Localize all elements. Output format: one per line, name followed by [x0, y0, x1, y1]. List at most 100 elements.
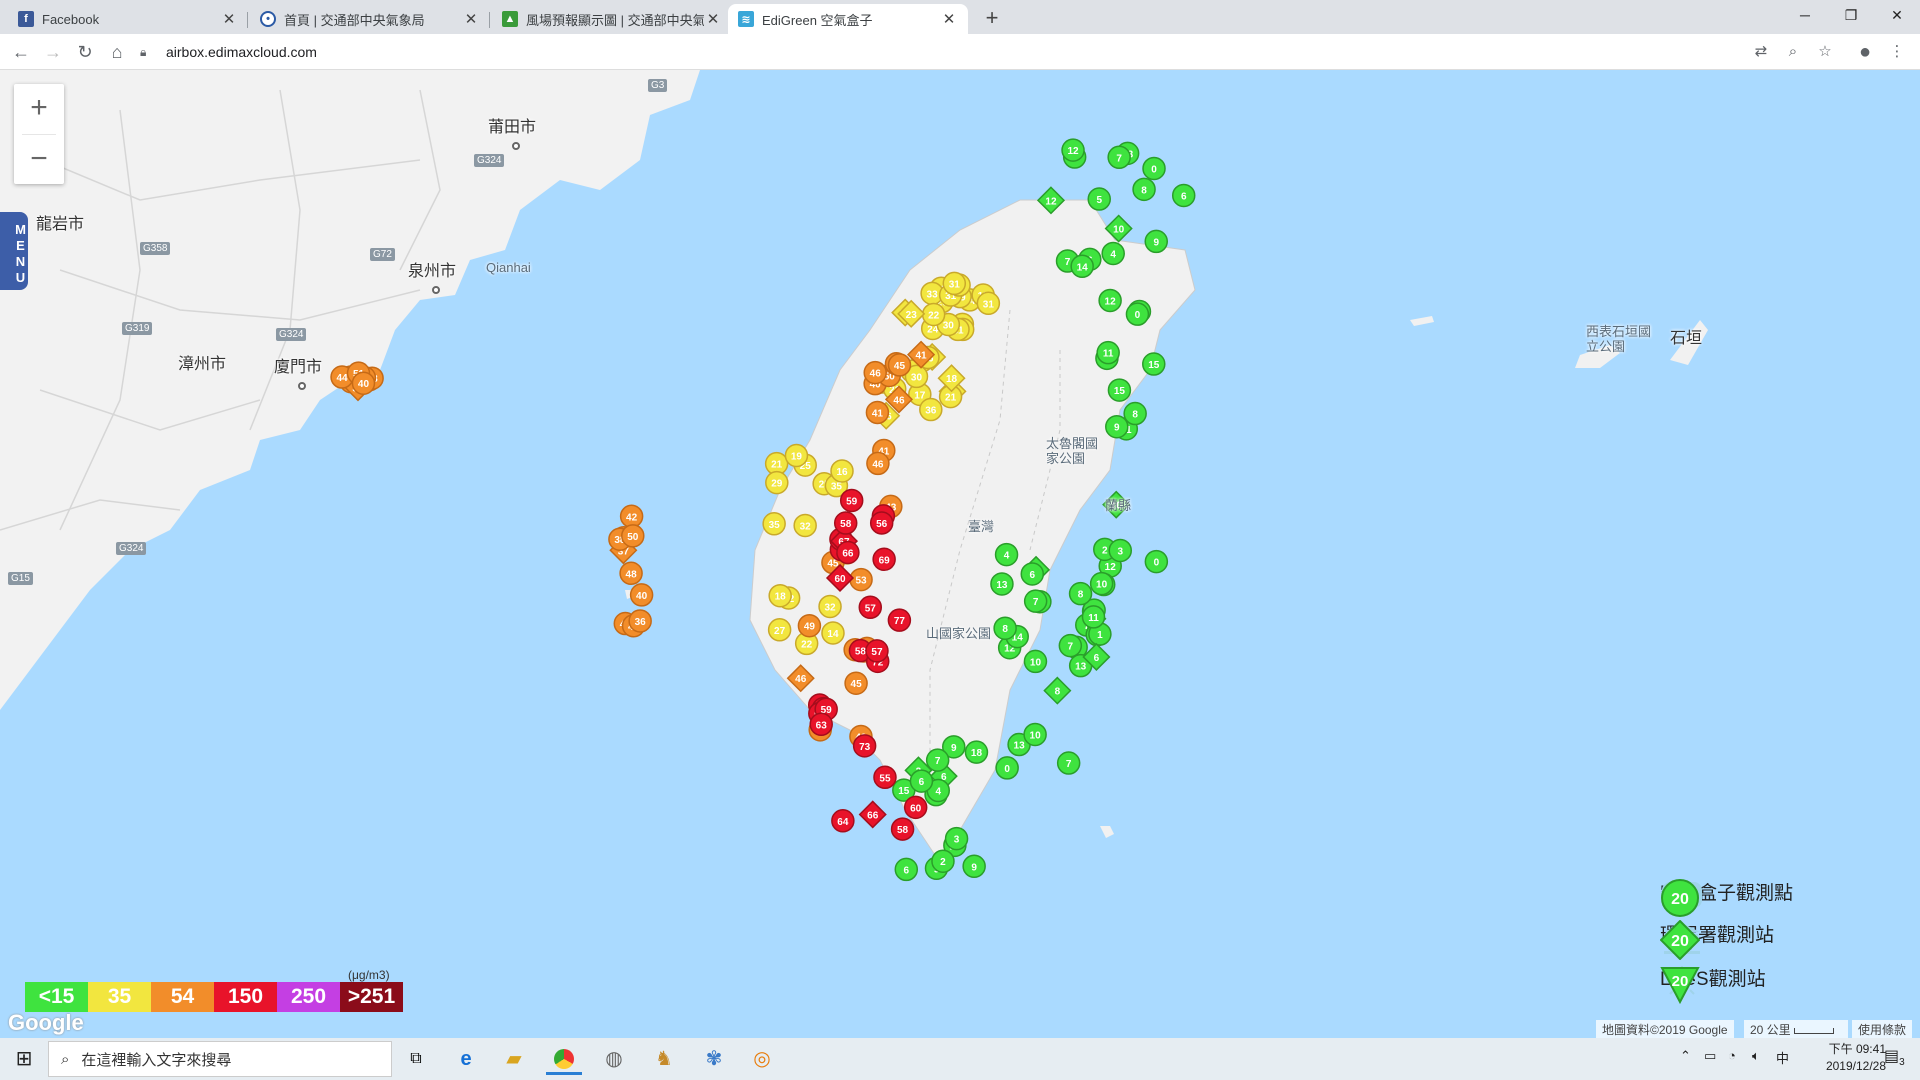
sensor-marker[interactable]: 2 — [931, 849, 955, 873]
home-button[interactable]: ⌂ — [104, 39, 130, 65]
sensor-marker[interactable]: 15 — [1142, 352, 1166, 376]
terms-link[interactable]: 使用條款 — [1852, 1020, 1913, 1038]
sensor-marker[interactable]: 9 — [962, 854, 986, 879]
sensor-marker[interactable]: 7 — [1107, 145, 1131, 170]
sensor-marker[interactable]: 11 — [1096, 340, 1120, 365]
sensor-marker[interactable]: 12 — [1036, 186, 1066, 215]
sensor-marker[interactable]: 35 — [762, 512, 786, 536]
close-icon[interactable]: ✕ — [462, 10, 480, 28]
app-bird-icon[interactable]: ♞ — [646, 1043, 682, 1075]
sensor-marker[interactable]: 0 — [1144, 549, 1169, 574]
sensor-marker[interactable]: 73 — [852, 734, 877, 758]
sensor-marker[interactable]: 57 — [858, 595, 883, 620]
tab-facebook[interactable]: f Facebook ✕ — [8, 4, 248, 34]
sensor-marker[interactable]: 45 — [887, 353, 912, 377]
sensor-marker[interactable]: 6 — [1171, 183, 1196, 208]
sensor-marker[interactable]: 3 — [1108, 538, 1133, 563]
reload-button[interactable]: ↻ — [72, 39, 98, 65]
sensor-marker[interactable]: 7 — [1056, 751, 1081, 775]
sensor-marker[interactable]: 8 — [993, 616, 1017, 640]
sensor-marker[interactable]: 42 — [619, 504, 644, 529]
sensor-marker[interactable]: 8 — [1068, 581, 1093, 606]
forward-button[interactable]: → — [40, 39, 66, 65]
sensor-marker[interactable]: 4 — [1101, 241, 1125, 266]
sensor-marker[interactable]: 55 — [873, 765, 897, 790]
sensor-marker[interactable]: 27 — [767, 618, 792, 642]
tab-wind-forecast[interactable]: ▲ 風場預報顯示圖 | 交通部中央氣象 ✕ — [492, 4, 732, 34]
sensor-marker[interactable]: 16 — [830, 459, 854, 483]
sensor-marker[interactable]: 22 — [921, 302, 946, 327]
chrome-icon[interactable] — [546, 1043, 582, 1075]
google-logo[interactable]: Google — [8, 1010, 84, 1036]
map-scale-bar[interactable]: 20 公里 — [1744, 1020, 1848, 1038]
sensor-marker[interactable]: 59 — [839, 488, 864, 513]
sensor-marker[interactable]: 8 — [1123, 401, 1147, 426]
sensor-marker[interactable]: 57 — [865, 639, 889, 663]
system-clock[interactable]: 下午 09:41 2019/12/28 — [1790, 1041, 1886, 1075]
sensor-marker[interactable]: 3 — [944, 826, 969, 851]
edge-icon[interactable]: e — [448, 1043, 484, 1075]
sensor-marker[interactable]: 13 — [990, 572, 1014, 596]
sensor-marker[interactable]: 10 — [1089, 571, 1114, 596]
sensor-marker[interactable]: 19 — [784, 443, 809, 468]
sensor-marker[interactable]: 12 — [1098, 288, 1122, 313]
blender-icon[interactable]: ◎ — [744, 1043, 780, 1075]
sensor-marker[interactable]: 40 — [629, 583, 654, 607]
zoom-icon[interactable]: ⌕ — [1780, 39, 1806, 65]
sensor-marker[interactable]: 41 — [865, 400, 890, 425]
sensor-marker[interactable]: 46 — [786, 664, 815, 693]
windows-start-icon[interactable]: ⊞ — [6, 1043, 42, 1075]
sensor-marker[interactable]: 46 — [863, 360, 887, 385]
tab-edigreen[interactable]: ≋ EdiGreen 空氣盒子 ✕ — [728, 4, 968, 34]
task-view-icon[interactable]: ⧉ — [398, 1043, 434, 1075]
tab-cwb-home[interactable]: • 首頁 | 交通部中央氣象局 ✕ — [250, 4, 490, 34]
sensor-marker[interactable]: 64 — [831, 809, 855, 833]
sensor-marker[interactable]: 6 — [1020, 562, 1045, 586]
sensor-marker[interactable]: 8 — [1132, 177, 1156, 202]
address-bar[interactable]: 🔒︎ airbox.edimaxcloud.com — [140, 37, 1760, 67]
back-button[interactable]: ← — [8, 39, 34, 65]
sensor-marker[interactable]: 58 — [890, 817, 915, 841]
sensor-marker[interactable]: 32 — [793, 513, 817, 538]
sensor-marker[interactable]: 69 — [872, 547, 896, 572]
sensor-marker[interactable]: 77 — [887, 608, 912, 632]
sensor-marker[interactable]: 49 — [797, 613, 822, 638]
sensor-marker[interactable]: 63 — [809, 712, 833, 737]
sensor-marker[interactable]: 15 — [1107, 378, 1132, 402]
close-window-button[interactable]: ✕ — [1874, 0, 1920, 30]
sensor-marker[interactable]: 9 — [1105, 414, 1129, 439]
sensor-marker[interactable]: 7 — [1058, 633, 1083, 658]
sensor-marker[interactable]: 36 — [919, 397, 943, 422]
map-data-attribution[interactable]: 地圖資料©2019 Google — [1596, 1020, 1734, 1038]
sensor-marker[interactable]: 29 — [765, 470, 789, 495]
zoom-in-button[interactable]: + — [14, 84, 64, 134]
sensor-marker[interactable]: 10 — [1023, 649, 1048, 674]
app-compass-icon[interactable]: ◍ — [596, 1043, 632, 1075]
profile-icon[interactable]: ● — [1852, 39, 1878, 65]
sensor-marker[interactable]: 6 — [909, 769, 934, 793]
sensor-marker[interactable]: 9 — [1144, 229, 1168, 254]
close-icon[interactable]: ✕ — [220, 10, 238, 28]
sensor-marker[interactable]: 45 — [844, 671, 868, 695]
sensor-marker[interactable]: 10 — [1104, 214, 1133, 243]
sensor-marker[interactable]: 8 — [1043, 676, 1072, 705]
battery-icon[interactable]: ▭ — [1704, 1048, 1716, 1064]
sensor-marker[interactable]: 56 — [869, 511, 894, 535]
sensor-marker[interactable]: 18 — [768, 583, 792, 608]
app-network-icon[interactable]: ✾ — [696, 1043, 732, 1075]
sensor-marker[interactable]: 14 — [821, 621, 845, 645]
sensor-marker[interactable]: 60 — [903, 795, 928, 820]
sensor-marker[interactable]: 32 — [818, 594, 842, 619]
tray-overflow-icon[interactable]: ⌃ — [1680, 1048, 1691, 1064]
windows-search-box[interactable]: ⌕ 在這裡輸入文字來搜尋 — [48, 1041, 392, 1077]
ime-indicator[interactable]: 中 — [1776, 1048, 1789, 1067]
more-menu-icon[interactable]: ⋮ — [1884, 39, 1910, 65]
sensor-marker[interactable]: 18 — [964, 740, 989, 764]
map-canvas[interactable]: 1061064635989012187812766521378911121596… — [0, 70, 1920, 1038]
sensor-marker[interactable]: 40 — [351, 371, 376, 395]
close-icon[interactable]: ✕ — [704, 10, 722, 28]
volume-icon[interactable]: 🔈︎ — [1752, 1048, 1760, 1064]
sensor-marker[interactable]: 0 — [1142, 156, 1166, 181]
sensor-marker[interactable]: 31 — [976, 291, 1001, 316]
sensor-marker[interactable]: 0 — [1125, 302, 1150, 326]
